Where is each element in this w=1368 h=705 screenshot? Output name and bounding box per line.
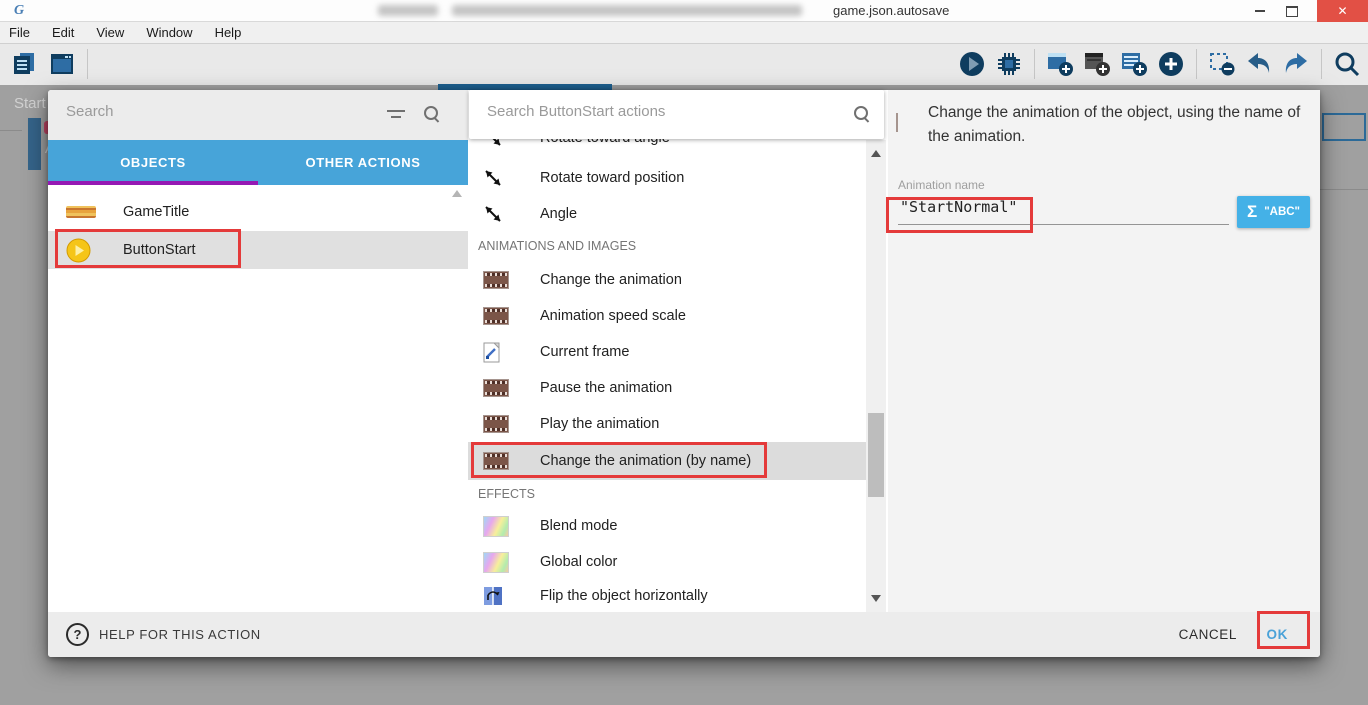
- menu-window[interactable]: Window: [135, 25, 203, 40]
- action-row[interactable]: Current frame: [468, 334, 866, 370]
- help-icon: ?: [66, 623, 89, 646]
- help-for-this-action[interactable]: ? HELP FOR THIS ACTION: [66, 612, 261, 657]
- play-icon[interactable]: [957, 49, 987, 79]
- debug-icon[interactable]: [994, 49, 1024, 79]
- ok-button[interactable]: OK: [1267, 612, 1288, 657]
- action-config-panel: Change the animation of the object, usin…: [888, 90, 1320, 612]
- animation-name-input[interactable]: [898, 194, 1229, 225]
- tab-objects[interactable]: OBJECTS: [48, 140, 258, 185]
- film-strip-icon: [483, 307, 509, 325]
- animation-name-label: Animation name: [898, 178, 985, 192]
- play-button-thumbnail-icon: [66, 238, 100, 263]
- action-row[interactable]: Animation speed scale: [468, 298, 866, 334]
- menu-help[interactable]: Help: [204, 25, 253, 40]
- scroll-down-icon[interactable]: [871, 595, 881, 602]
- maximize-button[interactable]: [1278, 0, 1306, 22]
- objects-panel-tabs: OBJECTS OTHER ACTIONS: [48, 140, 468, 185]
- project-manager-icon[interactable]: [10, 49, 40, 79]
- add-object-icon[interactable]: [1045, 49, 1075, 79]
- film-strip-icon: [483, 415, 509, 433]
- minimize-button[interactable]: [1246, 0, 1274, 22]
- action-row[interactable]: Change the animation: [468, 262, 866, 298]
- blend-mode-icon: [483, 552, 509, 573]
- blend-mode-icon: [483, 516, 509, 537]
- add-comment-icon[interactable]: [1082, 49, 1112, 79]
- rotate-arrow-icon: [483, 168, 509, 188]
- actions-search-bar: [469, 90, 884, 139]
- action-row[interactable]: Rotate toward position: [468, 160, 866, 196]
- scene-editor-icon[interactable]: [47, 49, 77, 79]
- cancel-button[interactable]: CANCEL: [1179, 612, 1237, 657]
- add-event-icon[interactable]: [1119, 49, 1149, 79]
- sigma-icon: Σ: [1247, 202, 1257, 222]
- flip-horizontal-icon: [483, 586, 509, 606]
- section-header: ANIMATIONS AND IMAGES: [478, 239, 636, 253]
- window-title: game.json.autosave: [833, 3, 949, 18]
- gametitle-thumbnail-icon: [66, 206, 100, 218]
- menu-view[interactable]: View: [85, 25, 135, 40]
- action-row[interactable]: Play the animation: [468, 406, 866, 442]
- toolbar-divider: [1034, 49, 1035, 79]
- toolbar-divider: [1321, 49, 1322, 79]
- action-row[interactable]: Global color: [468, 544, 866, 580]
- blurred-title-segment: [378, 5, 438, 16]
- filter-icon[interactable]: [386, 107, 406, 123]
- background-divider: [1320, 189, 1368, 190]
- close-button[interactable]: ✕: [1317, 0, 1368, 22]
- list-item-gametitle[interactable]: GameTitle: [48, 193, 468, 231]
- blurred-title-segment: [452, 5, 802, 16]
- film-strip-icon: [483, 271, 509, 289]
- dialog-footer: ? HELP FOR THIS ACTION CANCEL OK: [48, 612, 1320, 657]
- toolbar-divider: [87, 49, 88, 79]
- film-strip-icon: [896, 114, 898, 132]
- minimize-icon: [1255, 10, 1265, 12]
- scroll-up-icon[interactable]: [871, 150, 881, 157]
- film-strip-icon: [483, 452, 509, 470]
- scrollbar-thumb[interactable]: [868, 413, 884, 497]
- actions-scrollbar[interactable]: [866, 140, 886, 612]
- action-row[interactable]: Blend mode: [468, 508, 866, 544]
- menu-edit[interactable]: Edit: [41, 25, 85, 40]
- redo-icon[interactable]: [1281, 49, 1311, 79]
- objects-search-bar: [48, 90, 468, 140]
- toolbar-divider: [1196, 49, 1197, 79]
- action-row-selected[interactable]: Change the animation (by name): [468, 442, 866, 480]
- main-toolbar: [0, 44, 1368, 85]
- search-icon[interactable]: [854, 106, 870, 122]
- list-item-buttonstart[interactable]: ButtonStart: [48, 231, 468, 269]
- actions-search-input[interactable]: [485, 102, 819, 121]
- action-row[interactable]: Flip the object horizontally: [468, 580, 866, 612]
- action-row[interactable]: Angle: [468, 196, 866, 232]
- choose-action-dialog: OBJECTS OTHER ACTIONS GameTitle ButtonSt…: [48, 90, 1320, 657]
- title-bar: G game.json.autosave ✕: [0, 0, 1368, 22]
- maximize-icon: [1286, 6, 1298, 17]
- background-event-bar: [28, 118, 41, 170]
- background-divider: [0, 130, 22, 131]
- scroll-up-icon[interactable]: [452, 190, 462, 197]
- frame-icon: [483, 342, 509, 363]
- expression-editor-button[interactable]: Σ "ABC": [1237, 196, 1310, 228]
- film-strip-icon: [483, 379, 509, 397]
- add-sub-event-icon[interactable]: [1156, 49, 1186, 79]
- undo-icon[interactable]: [1244, 49, 1274, 79]
- menu-file[interactable]: File: [0, 25, 41, 40]
- menu-bar: File Edit View Window Help: [0, 22, 1368, 44]
- delete-selection-icon[interactable]: [1207, 49, 1237, 79]
- tab-other-actions[interactable]: OTHER ACTIONS: [258, 140, 468, 185]
- gdevelop-logo-icon: G: [14, 3, 30, 19]
- objects-list: GameTitle ButtonStart: [48, 185, 468, 612]
- action-row[interactable]: Pause the animation: [468, 370, 866, 406]
- action-description: Change the animation of the object, usin…: [928, 101, 1314, 149]
- section-header: EFFECTS: [478, 487, 535, 501]
- objects-search-input[interactable]: [64, 102, 368, 121]
- search-icon[interactable]: [1332, 49, 1362, 79]
- background-field-outline: [1322, 113, 1366, 141]
- rotate-arrow-icon: [483, 204, 509, 224]
